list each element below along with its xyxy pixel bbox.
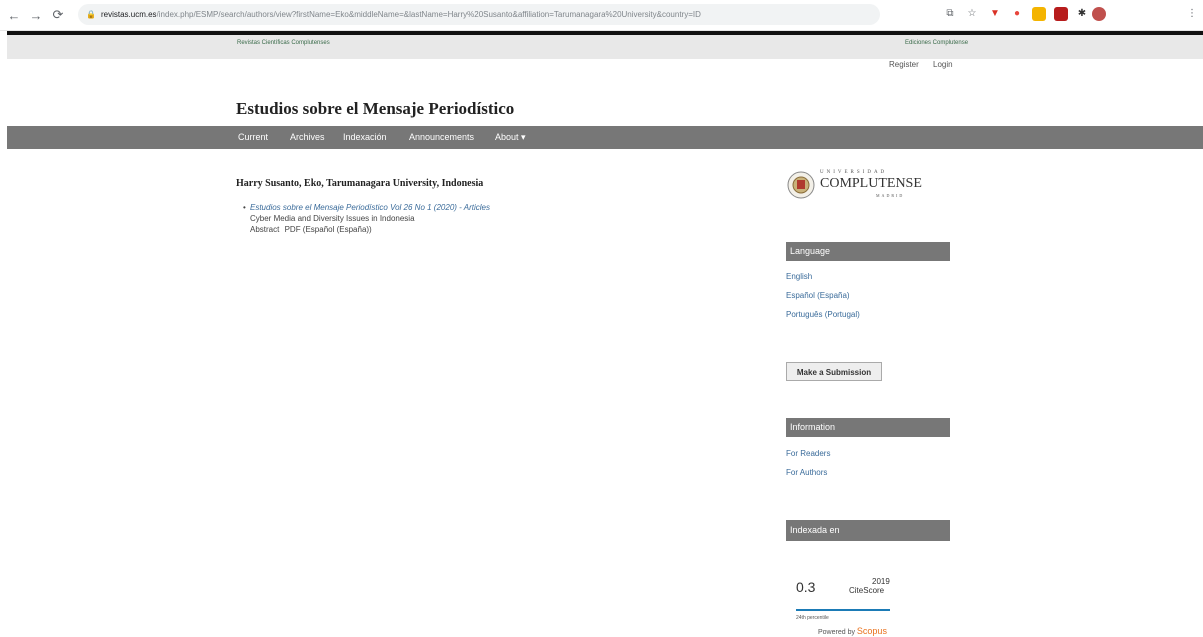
language-espanol[interactable]: Español (España)	[786, 291, 850, 300]
logo-top-text: UNIVERSIDAD	[820, 170, 888, 175]
nav-about[interactable]: About ▾	[495, 132, 526, 143]
author-heading: Harry Susanto, Eko, Tarumanagara Univers…	[236, 178, 484, 189]
register-link[interactable]: Register	[889, 60, 919, 69]
user-links: Register Login	[889, 60, 965, 69]
powered-by-text: Powered by	[818, 629, 855, 636]
translate-icon[interactable]: ⧉	[943, 7, 957, 21]
main-nav: Current Archives Indexación Announcement…	[7, 126, 1203, 149]
url-path: /index.php/ESMP/search/authors/view?firs…	[156, 10, 701, 19]
for-authors-link[interactable]: For Authors	[786, 468, 827, 477]
menu-icon[interactable]: ⋮	[1185, 7, 1199, 21]
url-host: revistas.ucm.es	[100, 10, 157, 19]
back-icon[interactable]: ←	[6, 8, 22, 23]
for-readers-link[interactable]: For Readers	[786, 449, 830, 458]
address-bar[interactable]: 🔒 revistas.ucm.es /index.php/ESMP/search…	[78, 4, 880, 25]
login-link[interactable]: Login	[933, 60, 953, 69]
extension-icon[interactable]	[1032, 7, 1046, 21]
avatar[interactable]	[1092, 7, 1106, 21]
forward-icon[interactable]: →	[28, 8, 44, 23]
language-heading: Language	[786, 242, 950, 261]
citescore-label: CiteScore	[849, 586, 885, 595]
nav-announcements[interactable]: Announcements	[409, 132, 474, 142]
ucm-logo[interactable]: UNIVERSIDAD COMPLUTENSE MADRID	[786, 170, 922, 200]
article-title[interactable]: Cyber Media and Diversity Issues in Indo…	[250, 213, 490, 224]
puzzle-icon[interactable]: ✱	[1075, 7, 1089, 21]
abstract-link[interactable]: Abstract	[250, 225, 279, 234]
top-bar: Revistas Científicas Complutenses Edicio…	[7, 31, 1203, 59]
browser-toolbar: ← → ⟳ 🔒 revistas.ucm.es /index.php/ESMP/…	[0, 0, 1203, 31]
pdf-link[interactable]: PDF (Español (España))	[285, 225, 372, 234]
citescore-value: 0.3	[796, 579, 816, 595]
language-english[interactable]: English	[786, 272, 812, 281]
percentile-bar	[796, 609, 890, 611]
revistas-link[interactable]: Revistas Científicas Complutenses	[237, 40, 330, 46]
issue-link[interactable]: Estudios sobre el Mensaje Periodístico V…	[250, 202, 490, 213]
citescore-widget[interactable]: 0.3 2019 CiteScore 24th percentile Power…	[786, 573, 896, 637]
extension-icon[interactable]: ●	[1010, 7, 1024, 21]
language-portugues[interactable]: Português (Portugal)	[786, 310, 860, 319]
bullet-icon: •	[243, 203, 246, 212]
reload-icon[interactable]: ⟳	[50, 7, 66, 23]
star-icon[interactable]: ☆	[965, 7, 979, 21]
scopus-logo-text: Scopus	[856, 626, 887, 636]
information-heading: Information	[786, 418, 950, 437]
nav-current[interactable]: Current	[238, 132, 268, 142]
seal-icon	[787, 171, 815, 199]
make-submission-button[interactable]: Make a Submission	[786, 362, 882, 381]
indexed-heading: Indexada en	[786, 520, 950, 541]
shield-extension-icon[interactable]: ▼	[988, 7, 1002, 21]
logo-bottom-text: MADRID	[876, 193, 905, 198]
lock-icon: 🔒	[86, 10, 96, 19]
logo-main-text: COMPLUTENSE	[820, 176, 922, 191]
powered-by: Powered by Scopus	[818, 626, 887, 636]
percentile-text: 24th percentile	[796, 615, 829, 621]
site-title[interactable]: Estudios sobre el Mensaje Periodístico	[236, 99, 514, 119]
citescore-year: 2019	[872, 577, 890, 586]
list-item: • Estudios sobre el Mensaje Periodístico…	[243, 202, 490, 235]
pdf-extension-icon[interactable]	[1054, 7, 1068, 21]
nav-indexacion[interactable]: Indexación	[343, 132, 387, 142]
ediciones-link[interactable]: Ediciones Complutense	[905, 40, 968, 46]
nav-archives[interactable]: Archives	[290, 132, 325, 142]
